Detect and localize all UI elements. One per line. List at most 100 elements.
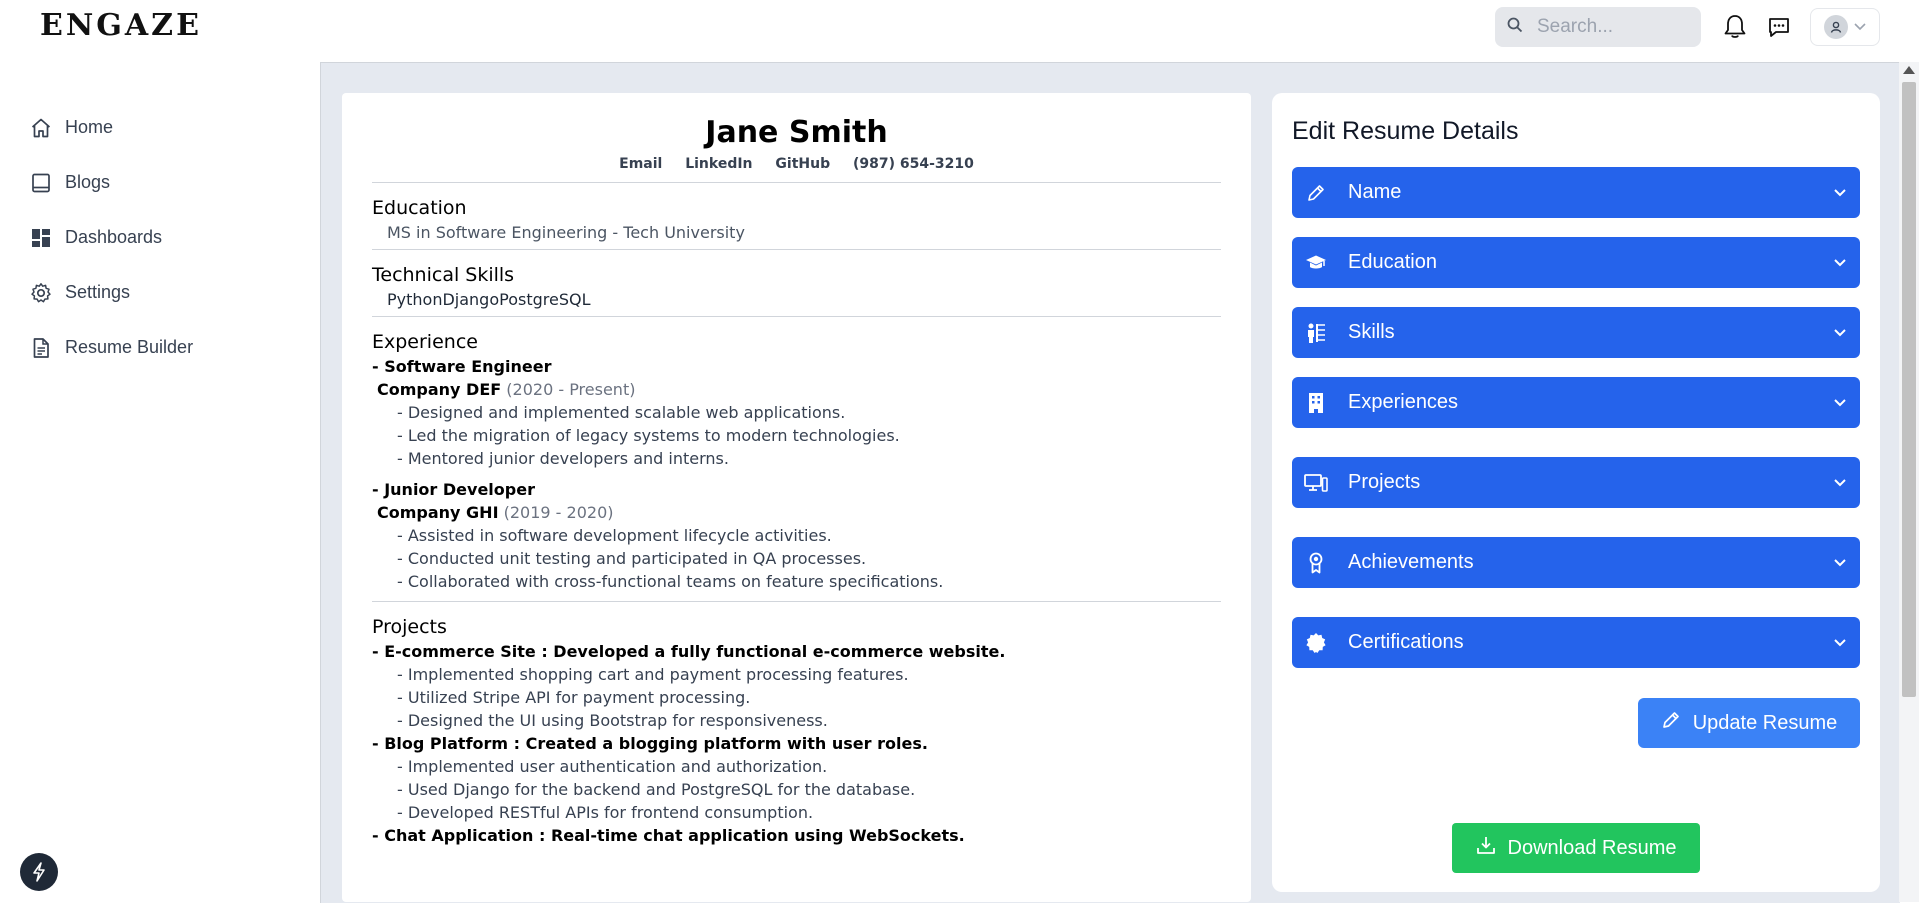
pencil-icon — [1661, 710, 1681, 736]
edit-resume-panel: Edit Resume Details Name Education Skill… — [1272, 93, 1880, 892]
job-company-line: Company DEF (2020 - Present) — [377, 380, 1221, 399]
experience-heading: Experience — [372, 331, 478, 353]
book-icon — [32, 173, 50, 192]
job-bullet: - Mentored junior developers and interns… — [397, 449, 729, 468]
computer-icon — [1304, 471, 1328, 495]
job-bullet: - Assisted in software development lifec… — [397, 526, 832, 545]
lightning-icon[interactable] — [20, 853, 58, 891]
divider — [372, 249, 1221, 250]
project-title: - Chat Application : Real-time chat appl… — [372, 826, 965, 845]
sidebar-item-label: Blogs — [65, 172, 111, 192]
resume-name: Jane Smith — [705, 115, 888, 150]
chevron-down-icon — [1834, 554, 1846, 572]
sidebar-item-dashboards[interactable]: Dashboards — [0, 210, 320, 265]
project-title: - Blog Platform : Created a blogging pla… — [372, 734, 928, 753]
sidebar-item-resume-builder[interactable]: Resume Builder — [0, 320, 320, 375]
download-resume-label: Download Resume — [1507, 836, 1677, 859]
job-company-line: Company GHI (2019 - 2020) — [377, 503, 1221, 522]
accordion-achievements[interactable]: Achievements — [1292, 537, 1860, 588]
chevron-down-icon — [1834, 324, 1846, 342]
sidebar-item-label: Settings — [65, 282, 131, 302]
project-bullet: - Implemented user authentication and au… — [397, 757, 828, 776]
chevron-down-icon — [1834, 254, 1846, 272]
project-item: - E-commerce Site : Developed a fully fu… — [372, 642, 1221, 730]
search-input[interactable] — [1535, 15, 1689, 39]
home-icon — [31, 118, 51, 137]
sidebar: Home Blogs Dashboards Settings Resume Bu… — [0, 100, 320, 375]
sidebar-item-settings[interactable]: Settings — [0, 265, 320, 320]
grid-icon — [32, 228, 50, 247]
job-bullet: - Conducted unit testing and participate… — [397, 549, 867, 568]
project-bullet: - Utilized Stripe API for payment proces… — [397, 688, 751, 707]
graduation-cap-icon — [1304, 251, 1328, 275]
download-icon — [1476, 835, 1496, 861]
app-logo[interactable]: ENGAZE — [40, 8, 202, 43]
resume-preview: Jane Smith Email LinkedIn GitHub (987) 6… — [342, 93, 1251, 902]
search-icon — [1507, 17, 1523, 38]
notifications-bell-icon[interactable] — [1720, 12, 1750, 42]
certificate-icon — [1304, 631, 1328, 655]
job-bullet: - Led the migration of legacy systems to… — [397, 426, 900, 445]
skills-text: PythonDjangoPostgreSQL — [387, 290, 591, 309]
accordion-name[interactable]: Name — [1292, 167, 1860, 218]
resume-contact: Email LinkedIn GitHub (987) 654-3210 — [372, 156, 1221, 172]
update-resume-button[interactable]: Update Resume — [1638, 698, 1860, 748]
building-icon — [1304, 391, 1328, 415]
project-bullet: - Designed the UI using Bootstrap for re… — [397, 711, 828, 730]
sidebar-item-label: Resume Builder — [65, 337, 194, 357]
chevron-down-icon — [1834, 474, 1846, 492]
pencil-icon — [1304, 181, 1328, 205]
experience-item: - Junior Developer Company GHI (2019 - 2… — [372, 480, 1221, 591]
education-heading: Education — [372, 197, 467, 219]
user-menu[interactable] — [1810, 8, 1880, 46]
chevron-down-icon — [1834, 184, 1846, 202]
award-icon — [1304, 551, 1328, 575]
contact-phone: (987) 654-3210 — [852, 156, 974, 172]
job-role: - Junior Developer — [372, 480, 535, 499]
accordion-certifications[interactable]: Certifications — [1292, 617, 1860, 668]
accordion-label: Achievements — [1348, 551, 1474, 573]
divider — [372, 182, 1221, 183]
project-title: - E-commerce Site : Developed a fully fu… — [372, 642, 1006, 661]
accordion-label: Certifications — [1348, 631, 1464, 653]
job-years: (2020 - Present) — [506, 380, 636, 399]
project-bullet: - Developed RESTful APIs for frontend co… — [397, 803, 814, 822]
accordion-skills[interactable]: Skills — [1292, 307, 1860, 358]
contact-github-link[interactable]: GitHub — [775, 156, 830, 172]
job-company: Company GHI — [377, 503, 499, 522]
project-bullet: - Implemented shopping cart and payment … — [397, 665, 909, 684]
projects-heading: Projects — [372, 616, 447, 638]
accordion-label: Skills — [1348, 321, 1395, 343]
skills-heading: Technical Skills — [372, 264, 515, 286]
divider — [372, 316, 1221, 317]
sidebar-item-label: Home — [65, 117, 114, 137]
panel-title: Edit Resume Details — [1292, 117, 1519, 145]
education-entry: MS in Software Engineering - Tech Univer… — [387, 223, 745, 242]
project-bullet: - Used Django for the backend and Postgr… — [397, 780, 916, 799]
messages-icon[interactable] — [1764, 12, 1794, 42]
accordion-education[interactable]: Education — [1292, 237, 1860, 288]
gear-icon — [31, 282, 51, 302]
sidebar-item-blogs[interactable]: Blogs — [0, 155, 320, 210]
job-bullet: - Collaborated with cross-functional tea… — [397, 572, 944, 591]
chevron-down-icon — [1834, 634, 1846, 652]
accordion-projects[interactable]: Projects — [1292, 457, 1860, 508]
accordion-experiences[interactable]: Experiences — [1292, 377, 1860, 428]
job-role: - Software Engineer — [372, 357, 552, 376]
project-item: - Chat Application : Real-time chat appl… — [372, 826, 1221, 845]
job-company: Company DEF — [377, 380, 502, 399]
scroll-up-arrow-icon[interactable] — [1903, 66, 1915, 74]
experience-item: - Software Engineer Company DEF (2020 - … — [372, 357, 1221, 468]
job-years: (2019 - 2020) — [503, 503, 614, 522]
job-bullet: - Designed and implemented scalable web … — [397, 403, 846, 422]
chevron-down-icon — [1854, 18, 1866, 36]
accordion-label: Projects — [1348, 471, 1421, 493]
skills-icon — [1304, 321, 1328, 345]
contact-linkedin-link[interactable]: LinkedIn — [685, 156, 752, 172]
accordion-label: Experiences — [1348, 391, 1459, 413]
contact-email-link[interactable]: Email — [619, 156, 662, 172]
search-box[interactable] — [1495, 7, 1701, 47]
sidebar-item-home[interactable]: Home — [0, 100, 320, 155]
scrollbar-thumb[interactable] — [1902, 82, 1916, 697]
download-resume-button[interactable]: Download Resume — [1452, 823, 1700, 873]
